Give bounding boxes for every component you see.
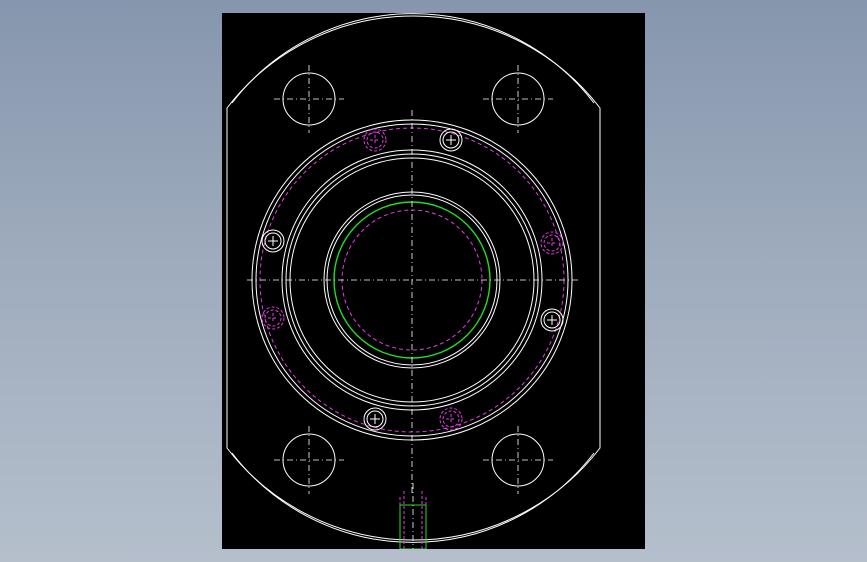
bottom-port bbox=[399, 483, 427, 549]
hidden-bolt-icon bbox=[540, 231, 564, 255]
flange-bolt-icon bbox=[439, 128, 463, 152]
hidden-bolt-icon bbox=[261, 306, 285, 330]
cad-drawing bbox=[226, 13, 601, 549]
flange-bolt-icon bbox=[363, 407, 387, 431]
housing-inner-outline bbox=[231, 13, 595, 104]
hidden-bolt-icon bbox=[439, 407, 463, 431]
flange-bolt-icon bbox=[540, 308, 564, 332]
cad-viewport[interactable] bbox=[222, 13, 645, 549]
hidden-bolt-icon bbox=[363, 128, 387, 152]
flange-bolt-icon bbox=[261, 229, 285, 253]
